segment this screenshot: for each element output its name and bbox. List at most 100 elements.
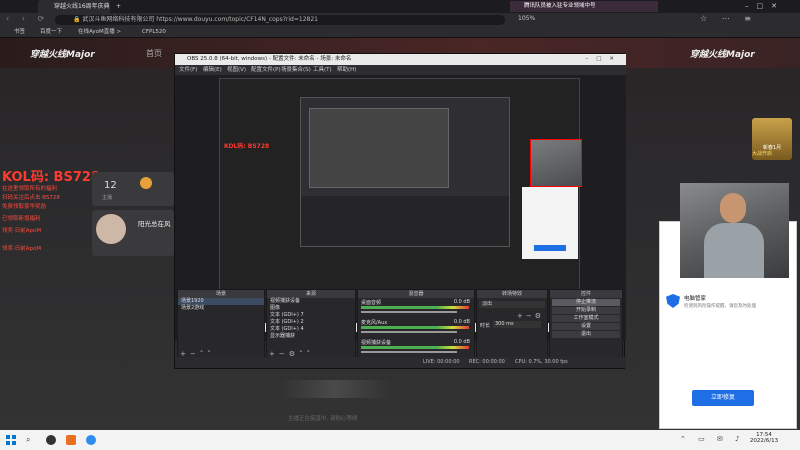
search-icon[interactable]: ⌕ bbox=[26, 435, 30, 445]
mixer-title: 混音器 bbox=[358, 290, 474, 298]
menu-edit[interactable]: 编辑(E) bbox=[203, 65, 222, 75]
mixer-channel: 桌面音频 0.0 dB bbox=[358, 298, 474, 318]
badge-sub: 大战开启 bbox=[752, 151, 773, 157]
duration-label: 时长 bbox=[480, 323, 491, 329]
stat-number: 12 bbox=[104, 180, 117, 191]
nested-preview bbox=[300, 97, 510, 247]
nested-popup bbox=[522, 187, 578, 259]
url-field[interactable]: 🔒 武汉斗鱼网络科技有限公司 https://www.douyu.com/top… bbox=[55, 15, 505, 25]
browser-tab-bar: 穿越火线16周年庆典 + 腾讯队员被入驻专业领域中号 –□✕ bbox=[0, 0, 800, 13]
kol-code: KOL码: BS728 bbox=[2, 170, 100, 185]
obs-title: OBS 25.0.8 (64-bit, windows) - 配置文件: 未命名… bbox=[187, 56, 352, 62]
bookmarks-bar: 书签 百度一下 在线AyoM直播 > CFPL520 bbox=[0, 27, 800, 38]
obs-statusbar: LIVE: 00:00:00 REC: 00:00:00 CPU: 0.7%, … bbox=[175, 357, 626, 368]
notice-banner[interactable]: 腾讯队员被入驻专业领域中号 bbox=[510, 1, 658, 12]
menu-scene-collection[interactable]: 场景集合(S) bbox=[281, 65, 311, 75]
volume-slider[interactable] bbox=[361, 331, 457, 333]
source-item[interactable]: 文本 (GDI+) 4 bbox=[267, 326, 355, 333]
sources-title: 来源 bbox=[267, 290, 355, 298]
source-item[interactable]: 图像 bbox=[267, 305, 355, 312]
transition-select[interactable]: 淡出 bbox=[479, 301, 545, 308]
source-item[interactable]: 视频捕获设备 bbox=[267, 298, 355, 305]
promo-line: 免费领取豪华奖励 bbox=[2, 204, 47, 210]
anchor-name: 阳光总在风 bbox=[138, 220, 171, 228]
volume-meter bbox=[361, 346, 469, 349]
volume-slider[interactable] bbox=[361, 351, 457, 353]
volume-meter bbox=[361, 326, 469, 329]
stat-card[interactable]: 12 主播 bbox=[92, 172, 174, 206]
scenes-title: 场景 bbox=[178, 290, 264, 298]
channel-name: 视频捕获设备 bbox=[361, 340, 392, 346]
obs-window[interactable]: OBS 25.0.8 (64-bit, windows) - 配置文件: 未命名… bbox=[174, 53, 626, 369]
sources-dock: 来源 视频捕获设备 图像 文本 (GDI+) 7 文本 (GDI+) 2 文本 … bbox=[266, 289, 356, 361]
empty-illustration bbox=[280, 380, 390, 398]
source-item[interactable]: 文本 (GDI+) 2 bbox=[267, 319, 355, 326]
controls-dock: 控件 停止推流 开始录制 工作室模式 设置 退出 bbox=[549, 289, 623, 361]
window-controls[interactable]: –□✕ bbox=[745, 2, 795, 11]
nested-kol: KOL码: BS728 bbox=[224, 143, 270, 150]
fix-now-button[interactable]: 立即修复 bbox=[692, 390, 754, 406]
channel-db: 0.0 dB bbox=[453, 339, 470, 345]
obs-menubar: 文件(F) 编辑(E) 视图(V) 配置文件(P) 场景集合(S) 工具(T) … bbox=[175, 65, 626, 75]
menu-profile[interactable]: 配置文件(P) bbox=[251, 65, 281, 75]
menu-help[interactable]: 帮助(H) bbox=[337, 65, 356, 75]
windows-start-icon[interactable] bbox=[6, 435, 16, 445]
channel-db: 0.0 dB bbox=[453, 319, 470, 325]
shield-icon bbox=[666, 294, 680, 308]
avatar bbox=[96, 214, 126, 244]
bookmark-item[interactable]: 在线AyoM直播 > bbox=[78, 27, 121, 38]
menu-tools[interactable]: 工具(T) bbox=[313, 65, 332, 75]
obs-window-controls[interactable]: –□✕ bbox=[585, 54, 622, 65]
obs-taskbar-icon[interactable] bbox=[46, 435, 56, 445]
controls-title: 控件 bbox=[550, 290, 622, 298]
channel-db: 0.0 dB bbox=[453, 299, 470, 305]
start-recording-button[interactable]: 开始录制 bbox=[552, 307, 620, 314]
stat-label: 主播 bbox=[102, 195, 113, 201]
exit-button[interactable]: 退出 bbox=[552, 331, 620, 338]
bookmark-item[interactable]: 百度一下 bbox=[40, 27, 62, 38]
clock[interactable]: 17:54 2022/6/13 bbox=[746, 432, 782, 444]
bookmark-item[interactable]: 书签 bbox=[14, 27, 25, 38]
tab-active[interactable]: 穿越火线16周年庆典 bbox=[38, 0, 110, 13]
source-item[interactable]: 文本 (GDI+) 7 bbox=[267, 312, 355, 319]
volume-meter bbox=[361, 306, 469, 309]
nested-docks bbox=[301, 196, 509, 246]
nav-home[interactable]: 首页 bbox=[146, 48, 162, 59]
volume-slider[interactable] bbox=[361, 311, 457, 313]
channel-name: 麦克风/Aux bbox=[361, 320, 388, 326]
app-taskbar-icon[interactable] bbox=[66, 435, 76, 445]
source-item[interactable]: 显示器捕获 bbox=[267, 333, 355, 340]
scene-item[interactable]: 场景2游戏 bbox=[178, 305, 264, 312]
toolbar-icons[interactable]: ☆ ⋯ ≡ bbox=[700, 14, 757, 23]
selected-source-camera[interactable] bbox=[530, 139, 582, 187]
zoom-level[interactable]: 105% bbox=[518, 15, 535, 22]
settings-button[interactable]: 设置 bbox=[552, 323, 620, 330]
menu-view[interactable]: 视图(V) bbox=[227, 65, 246, 75]
popup-title: 电脑管家 bbox=[684, 296, 707, 302]
nested-popup-button bbox=[534, 245, 566, 251]
studio-mode-button[interactable]: 工作室模式 bbox=[552, 315, 620, 322]
cpu-fps: CPU: 0.7%, 30.00 fps bbox=[515, 359, 568, 365]
anchor-card[interactable]: 阳光总在风 bbox=[92, 210, 174, 256]
mixer-channel: 视频捕获设备 0.0 dB bbox=[358, 338, 474, 358]
scene-item[interactable]: 场景1920 bbox=[178, 298, 264, 305]
clock-date: 2022/6/13 bbox=[749, 438, 779, 444]
site-logo[interactable]: 穿越火线Major bbox=[30, 47, 95, 60]
person-body bbox=[704, 223, 764, 278]
person-head bbox=[720, 193, 746, 223]
tray-icons[interactable]: ⌃ ▭ ✉ ♪ bbox=[680, 435, 745, 443]
bookmark-item[interactable]: CFPL520 bbox=[142, 27, 166, 38]
transitions-dock: 转场特效 淡出 +−⚙ 时长 300 ms bbox=[476, 289, 548, 361]
page-caption: 主播正在搞直中, 请耐心等候 bbox=[288, 416, 358, 422]
duration-input[interactable]: 300 ms bbox=[493, 321, 541, 328]
promo-line: 领奖·日前ApoM bbox=[2, 228, 42, 234]
transition-toolbar[interactable]: +−⚙ bbox=[517, 312, 544, 320]
stop-streaming-button[interactable]: 停止推流 bbox=[552, 299, 620, 306]
browser-taskbar-icon[interactable] bbox=[86, 435, 96, 445]
tab-label: 穿越火线16周年庆典 bbox=[54, 3, 110, 10]
menu-file[interactable]: 文件(F) bbox=[179, 65, 197, 75]
obs-titlebar[interactable]: OBS 25.0.8 (64-bit, windows) - 配置文件: 未命名… bbox=[175, 54, 626, 65]
promo-line: 在这里领取所有的福利 bbox=[2, 186, 58, 192]
nav-buttons[interactable]: ‹ › ⟳ bbox=[6, 14, 49, 23]
new-tab-button[interactable]: + bbox=[112, 0, 126, 13]
